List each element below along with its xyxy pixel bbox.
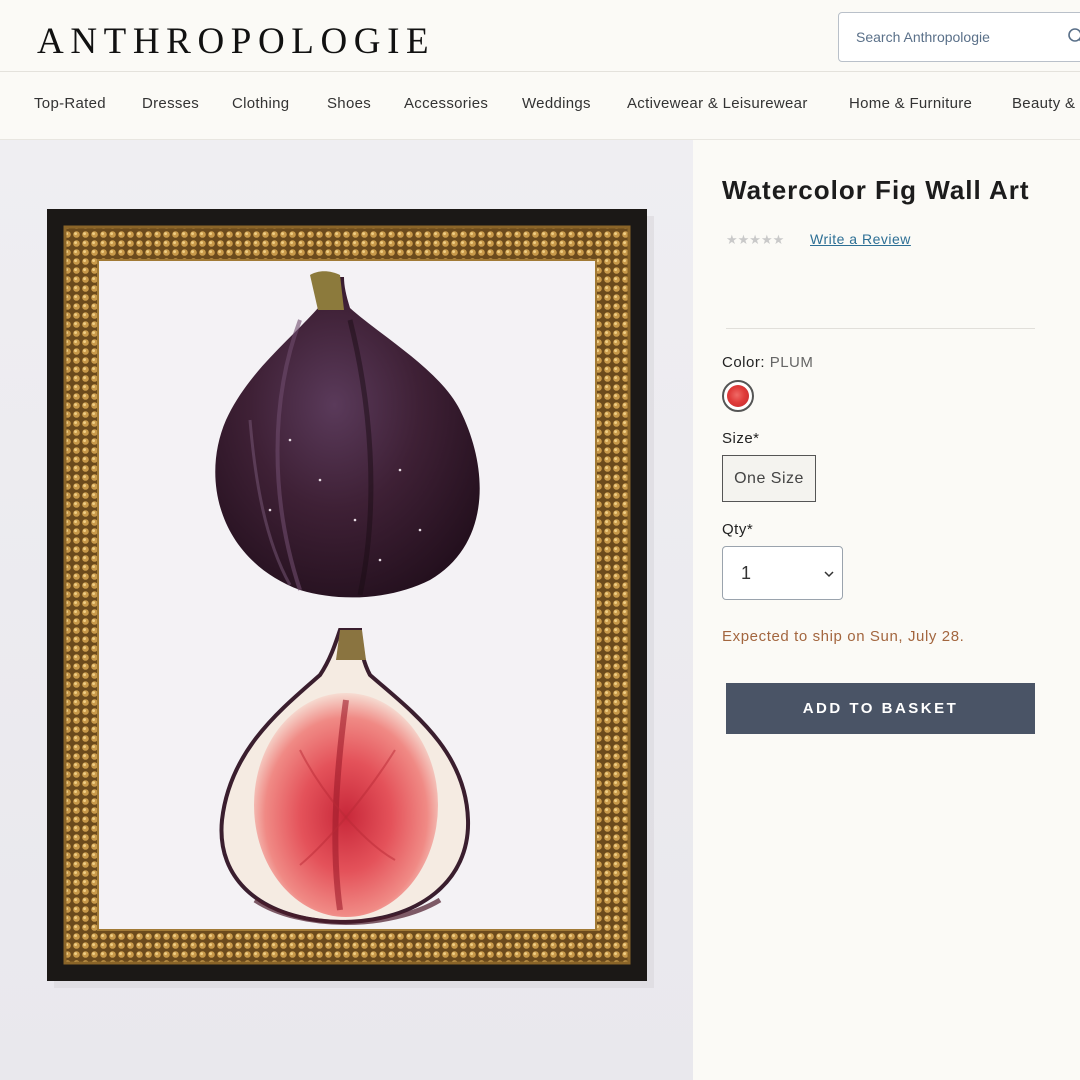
nav-item-dresses[interactable]: Dresses xyxy=(142,95,199,112)
product-details: Watercolor Fig Wall Art ★★★★★ Write a Re… xyxy=(693,140,1080,1080)
product-title: Watercolor Fig Wall Art xyxy=(722,175,1030,205)
divider xyxy=(726,328,1035,329)
color-label-text: Color: xyxy=(722,354,766,371)
product-image[interactable] xyxy=(0,140,693,1080)
rating-stars: ★★★★★ xyxy=(726,232,785,247)
nav-item-clothing[interactable]: Clothing xyxy=(232,95,289,112)
color-swatch-plum[interactable] xyxy=(722,380,754,412)
color-value: PLUM xyxy=(769,354,814,371)
write-review-link[interactable]: Write a Review xyxy=(810,231,911,247)
qty-value: 1 xyxy=(741,563,752,583)
main-nav: Top-Rated Dresses Clothing Shoes Accesso… xyxy=(0,72,1080,140)
search-input[interactable] xyxy=(856,29,1056,45)
chevron-down-icon xyxy=(824,571,834,578)
size-label: Size* xyxy=(722,430,760,447)
color-label: Color: PLUM xyxy=(722,354,813,371)
add-to-basket-button[interactable]: ADD TO BASKET xyxy=(726,683,1035,734)
nav-item-activewear[interactable]: Activewear & Leisurewear xyxy=(627,95,808,112)
quantity-select[interactable]: 1 xyxy=(722,546,843,600)
nav-item-weddings[interactable]: Weddings xyxy=(522,95,591,112)
swatch-fill xyxy=(727,385,749,407)
nav-item-shoes[interactable]: Shoes xyxy=(327,95,371,112)
shipping-estimate: Expected to ship on Sun, July 28. xyxy=(722,628,965,645)
nav-item-beauty[interactable]: Beauty & xyxy=(1012,95,1075,112)
brand-logo[interactable]: ANTHROPOLOGIE xyxy=(37,18,435,66)
framed-fig-artwork xyxy=(47,209,654,988)
nav-item-top-rated[interactable]: Top-Rated xyxy=(34,95,106,112)
qty-label: Qty* xyxy=(722,521,754,538)
site-header: ANTHROPOLOGIE xyxy=(0,0,1080,72)
product-page: ANTHROPOLOGIE Top-Rated Dresses Clothing… xyxy=(0,0,1080,1080)
size-option-one-size[interactable]: One Size xyxy=(722,455,816,502)
search-box[interactable] xyxy=(838,12,1080,62)
nav-item-accessories[interactable]: Accessories xyxy=(404,95,488,112)
nav-item-home-furniture[interactable]: Home & Furniture xyxy=(849,95,972,112)
search-icon[interactable] xyxy=(1067,27,1080,47)
